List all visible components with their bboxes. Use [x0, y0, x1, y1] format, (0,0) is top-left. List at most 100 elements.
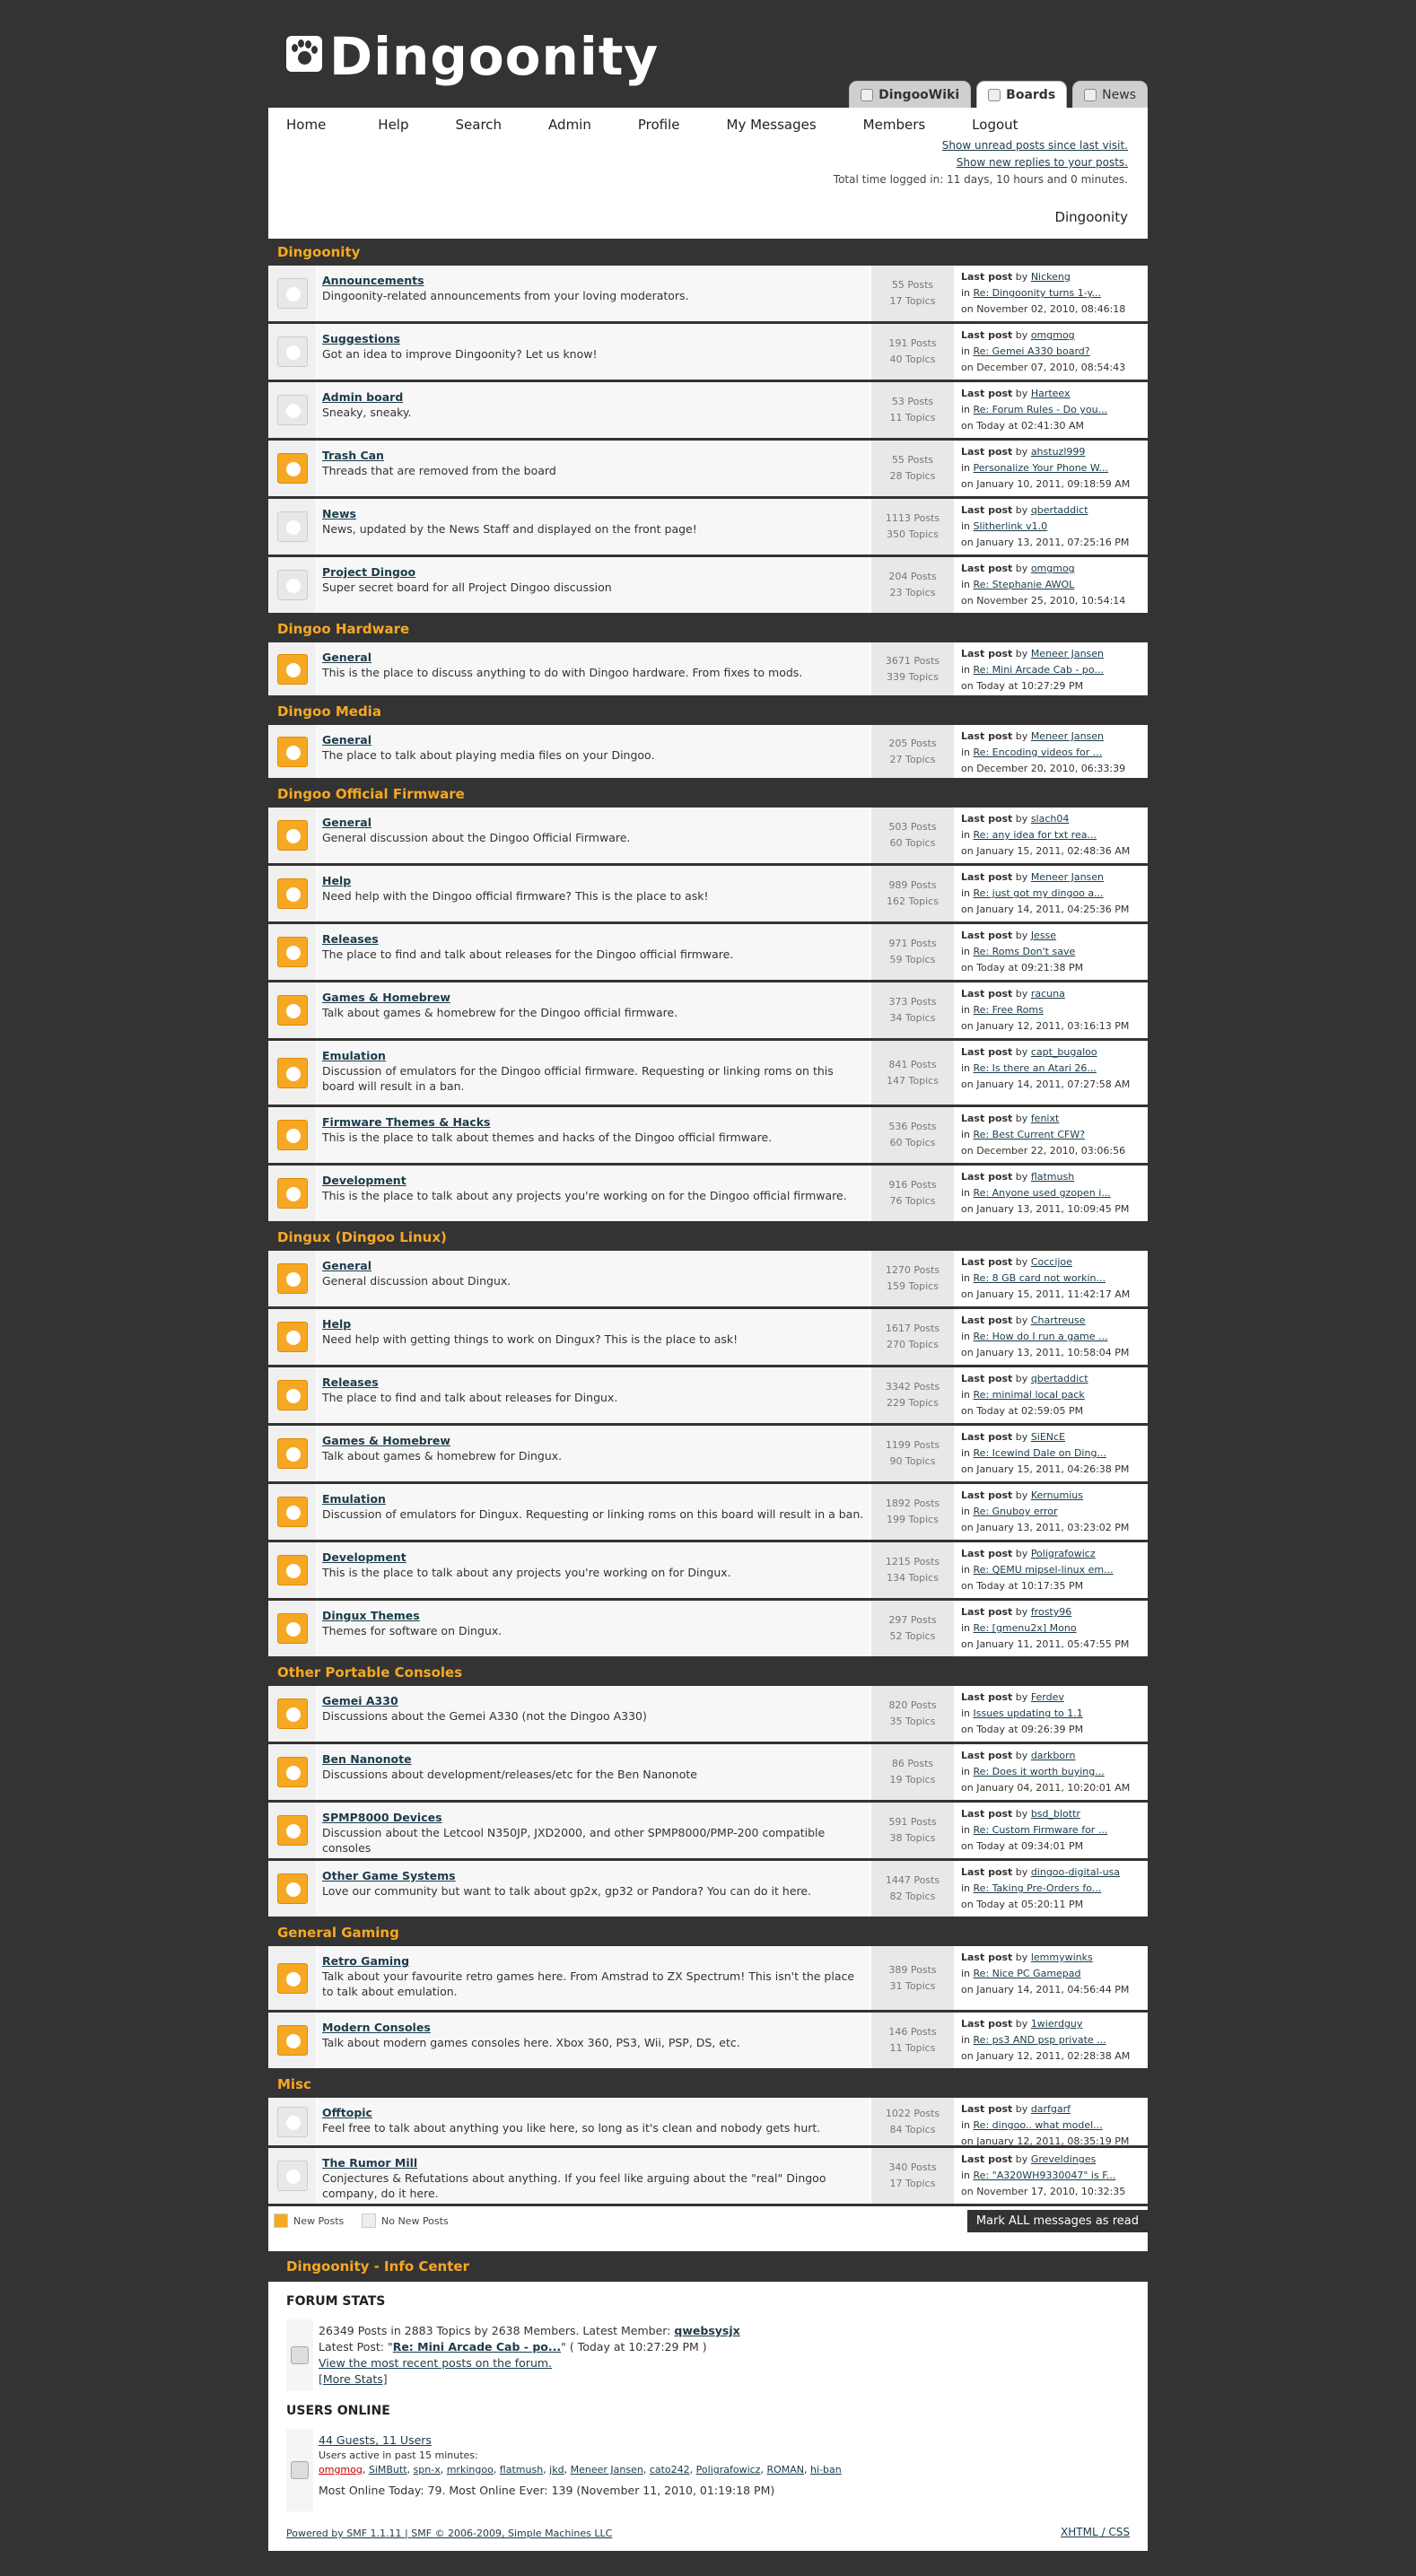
category-header[interactable]: Misc — [268, 2071, 1148, 2098]
last-post-user-link[interactable]: Meneer Jansen — [1031, 871, 1104, 883]
last-post-topic-link[interactable]: Re: dingoo.. what model... — [974, 2119, 1103, 2131]
last-post-topic-link[interactable]: Re: any idea for txt rea... — [974, 829, 1097, 841]
category-header[interactable]: Dingux (Dingoo Linux) — [268, 1224, 1148, 1251]
no-new-posts-icon[interactable] — [276, 2106, 308, 2137]
no-new-posts-icon[interactable] — [276, 336, 308, 367]
new-posts-icon[interactable] — [276, 1057, 308, 1088]
last-post-topic-link[interactable]: Re: Gemei A330 board? — [974, 345, 1090, 357]
last-post-user-link[interactable]: slach04 — [1031, 813, 1070, 825]
board-name-link[interactable]: Retro Gaming — [322, 1953, 864, 1969]
last-post-topic-link[interactable]: Re: minimal local pack — [974, 1389, 1085, 1401]
online-user-link[interactable]: omgmog — [319, 2464, 363, 2476]
last-post-user-link[interactable]: Meneer Jansen — [1031, 648, 1104, 659]
new-posts-icon[interactable] — [276, 653, 308, 685]
more-stats-link[interactable]: [More Stats] — [319, 2371, 1124, 2388]
last-post-user-link[interactable]: ahstuzl999 — [1031, 446, 1086, 458]
menu-profile[interactable]: Profile — [638, 117, 680, 133]
last-post-user-link[interactable]: qbertaddict — [1031, 504, 1088, 516]
smf-copyright-link[interactable]: SMF © 2006-2009, Simple Machines LLC — [411, 2528, 612, 2539]
css-link[interactable]: CSS — [1108, 2526, 1130, 2538]
new-posts-icon[interactable] — [276, 1380, 308, 1410]
last-post-user-link[interactable]: omgmog — [1031, 329, 1075, 341]
recent-posts-link[interactable]: View the most recent posts on the forum. — [319, 2355, 1124, 2371]
new-posts-icon[interactable] — [276, 453, 308, 484]
online-user-link[interactable]: Poligrafowicz — [696, 2464, 761, 2476]
board-name-link[interactable]: General — [322, 1258, 864, 1273]
new-posts-icon[interactable] — [276, 1178, 308, 1209]
new-posts-icon[interactable] — [276, 1757, 308, 1787]
online-user-link[interactable]: jkd — [549, 2464, 564, 2476]
board-name-link[interactable]: General — [322, 732, 864, 747]
last-post-user-link[interactable]: fenixt — [1031, 1113, 1060, 1124]
last-post-topic-link[interactable]: Re: Dingoonity turns 1-y... — [974, 287, 1101, 299]
board-name-link[interactable]: Project Dingoo — [322, 564, 864, 580]
last-post-topic-link[interactable]: Re: Anyone used gzopen i... — [974, 1187, 1111, 1199]
last-post-user-link[interactable]: SiENcE — [1031, 1431, 1065, 1443]
powered-by-link[interactable]: Powered by SMF 1.1.11 — [286, 2528, 402, 2539]
last-post-user-link[interactable]: Kernumius — [1031, 1489, 1083, 1501]
menu-members[interactable]: Members — [863, 117, 926, 133]
last-post-topic-link[interactable]: Issues updating to 1.1 — [974, 1707, 1083, 1719]
last-post-user-link[interactable]: Poligrafowicz — [1031, 1548, 1096, 1559]
board-name-link[interactable]: SPMP8000 Devices — [322, 1810, 864, 1825]
online-user-link[interactable]: mrkingoo — [447, 2464, 494, 2476]
last-post-user-link[interactable]: Meneer Jansen — [1031, 730, 1104, 742]
new-posts-icon[interactable] — [276, 1120, 308, 1150]
last-post-topic-link[interactable]: Personalize Your Phone W... — [974, 462, 1109, 474]
last-post-topic-link[interactable]: Re: [gmenu2x] Mono — [974, 1622, 1077, 1634]
no-new-posts-icon[interactable] — [276, 278, 308, 309]
board-name-link[interactable]: Firmware Themes & Hacks — [322, 1114, 864, 1130]
board-name-link[interactable]: Suggestions — [322, 331, 864, 346]
new-posts-icon[interactable] — [276, 937, 308, 967]
category-header[interactable]: Dingoonity — [268, 239, 1148, 266]
last-post-user-link[interactable]: racuna — [1031, 988, 1065, 1000]
new-posts-icon[interactable] — [276, 736, 308, 767]
last-post-user-link[interactable]: Chartreuse — [1031, 1314, 1086, 1326]
new-posts-icon[interactable] — [276, 1438, 308, 1469]
board-name-link[interactable]: News — [322, 506, 864, 521]
menu-admin[interactable]: Admin — [548, 117, 591, 133]
last-post-user-link[interactable]: frosty96 — [1031, 1606, 1071, 1618]
breadcrumb[interactable]: Dingoonity — [1054, 209, 1128, 225]
last-post-user-link[interactable]: flatmush — [1031, 1171, 1074, 1183]
last-post-topic-link[interactable]: Re: Encoding videos for ... — [974, 747, 1103, 758]
last-post-user-link[interactable]: Harteex — [1031, 388, 1071, 399]
menu-home[interactable]: Home — [286, 117, 326, 133]
category-header[interactable]: Dingoo Media — [268, 698, 1148, 725]
last-post-user-link[interactable]: Nickeng — [1031, 271, 1071, 283]
last-post-user-link[interactable]: dingoo-digital-usa — [1031, 1866, 1120, 1878]
last-post-topic-link[interactable]: Re: How do I run a game ... — [974, 1331, 1108, 1342]
last-post-topic-link[interactable]: Re: QEMU mipsel-linux em... — [974, 1564, 1114, 1576]
last-post-topic-link[interactable]: Re: Roms Don't save — [974, 946, 1076, 957]
board-name-link[interactable]: Trash Can — [322, 448, 864, 463]
no-new-posts-icon[interactable] — [276, 511, 308, 542]
last-post-topic-link[interactable]: Re: Free Roms — [974, 1004, 1044, 1016]
last-post-topic-link[interactable]: Re: Gnuboy error — [974, 1506, 1058, 1517]
menu-search[interactable]: Search — [456, 117, 503, 133]
online-user-link[interactable]: ROMAN — [766, 2464, 804, 2476]
menu-logout[interactable]: Logout — [972, 117, 1018, 133]
board-name-link[interactable]: Help — [322, 1316, 864, 1332]
board-name-link[interactable]: Dingux Themes — [322, 1608, 864, 1623]
last-post-topic-link[interactable]: Re: Does it worth buying... — [974, 1766, 1105, 1777]
new-posts-icon[interactable] — [276, 1263, 308, 1294]
last-post-user-link[interactable]: qbertaddict — [1031, 1373, 1088, 1384]
board-name-link[interactable]: General — [322, 815, 864, 830]
last-post-user-link[interactable]: 1wierdguy — [1031, 2018, 1083, 2030]
last-post-topic-link[interactable]: Re: Forum Rules - Do you... — [974, 404, 1108, 415]
no-new-posts-icon[interactable] — [276, 2161, 308, 2191]
tab-boards[interactable]: Boards — [976, 81, 1068, 108]
tab-news[interactable]: News — [1072, 81, 1148, 108]
board-name-link[interactable]: Admin board — [322, 389, 864, 405]
mark-all-read-button[interactable]: Mark ALL messages as read — [966, 2210, 1148, 2232]
last-post-topic-link[interactable]: Re: Taking Pre-Orders fo... — [974, 1882, 1102, 1894]
new-posts-icon[interactable] — [276, 820, 308, 851]
no-new-posts-icon[interactable] — [276, 395, 308, 425]
last-post-topic-link[interactable]: Re: just got my dingoo a... — [974, 887, 1104, 899]
last-post-topic-link[interactable]: Re: Nice PC Gamepad — [974, 1968, 1081, 1979]
new-posts-icon[interactable] — [276, 1613, 308, 1644]
new-posts-icon[interactable] — [276, 1698, 308, 1729]
board-name-link[interactable]: Games & Homebrew — [322, 1433, 864, 1448]
unread-posts-link[interactable]: Show unread posts since last visit. — [834, 137, 1128, 154]
board-name-link[interactable]: Development — [322, 1173, 864, 1188]
